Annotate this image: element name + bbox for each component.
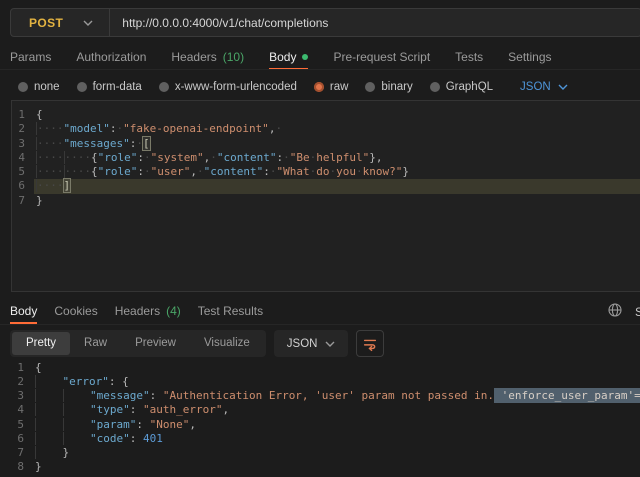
code-line: 6····] (12, 179, 640, 193)
code-line: 5········{"role":·"user",·"content":·"Wh… (12, 165, 640, 179)
divider (0, 324, 640, 325)
tab-authorization[interactable]: Authorization (76, 45, 146, 70)
code-line: 1{ (11, 361, 640, 375)
chevron-down-icon (83, 20, 93, 26)
code-line: 3 "message": "Authentication Error, 'use… (11, 389, 640, 403)
tab-body[interactable]: Body (269, 45, 308, 70)
mode-form-data[interactable]: form-data (77, 81, 142, 93)
wrap-text-button[interactable] (356, 330, 384, 357)
response-tab-body[interactable]: Body (10, 300, 37, 324)
radio-selected-icon (314, 82, 324, 92)
view-mode-preview[interactable]: Preview (121, 332, 190, 355)
method-label: POST (29, 16, 63, 30)
mode-graphql[interactable]: GraphQL (430, 81, 493, 93)
response-language-dropdown[interactable]: JSON (274, 330, 349, 357)
url-input[interactable]: http://0.0.0.0:4000/v1/chat/completions (110, 16, 328, 30)
globe-icon[interactable] (608, 303, 622, 317)
line-number: 4 (11, 403, 33, 417)
response-tab-cookies[interactable]: Cookies (54, 300, 97, 324)
raw-language-dropdown[interactable]: JSON (520, 81, 568, 93)
code-line: 1{ (12, 108, 640, 122)
line-number: 7 (11, 446, 33, 460)
line-number: 1 (12, 108, 34, 122)
code-line: 4········{"role":·"system",·"content":·"… (12, 151, 640, 165)
divider (0, 69, 640, 70)
radio-icon (365, 82, 375, 92)
mode-binary[interactable]: binary (365, 81, 412, 93)
line-number: 2 (12, 122, 34, 136)
method-selector[interactable]: POST (11, 9, 109, 36)
response-tabs: Body Cookies Headers (4) Test Results (10, 300, 640, 324)
tab-settings[interactable]: Settings (508, 45, 551, 70)
chevron-down-icon (325, 341, 335, 347)
request-tabs: Params Authorization Headers (10) Body P… (10, 45, 640, 70)
code-line: 7} (12, 194, 640, 208)
mode-raw[interactable]: raw (314, 81, 349, 93)
line-number: 3 (12, 137, 34, 151)
tab-tests[interactable]: Tests (455, 45, 483, 70)
line-number: 8 (11, 460, 33, 474)
radio-icon (430, 82, 440, 92)
view-mode-visualize[interactable]: Visualize (190, 332, 264, 355)
response-body-viewer[interactable]: 1{2 "error": {3 "message": "Authenticati… (11, 358, 640, 477)
line-number: 6 (11, 432, 33, 446)
mode-none[interactable]: none (18, 81, 60, 93)
radio-icon (77, 82, 87, 92)
code-line: 3····"messages":·[ (12, 137, 640, 151)
response-headers-count-badge: (4) (166, 304, 181, 318)
tab-params[interactable]: Params (10, 45, 51, 70)
line-number: 1 (11, 361, 33, 375)
view-mode-pretty[interactable]: Pretty (12, 332, 70, 355)
status-text-clipped: S (635, 305, 640, 319)
code-line: 8} (11, 460, 640, 474)
chevron-down-icon (558, 84, 568, 90)
line-number: 3 (11, 389, 33, 403)
radio-icon (159, 82, 169, 92)
view-mode-raw[interactable]: Raw (70, 332, 121, 355)
line-number: 7 (12, 194, 34, 208)
tab-headers[interactable]: Headers (10) (171, 45, 244, 70)
line-number: 5 (12, 165, 34, 179)
code-line: 7 } (11, 446, 640, 460)
code-line: 2 "error": { (11, 375, 640, 389)
headers-count-badge: (10) (223, 50, 244, 64)
line-number: 4 (12, 151, 34, 165)
body-mode-row: none form-data x-www-form-urlencoded raw… (18, 75, 568, 99)
mode-x-www-form-urlencoded[interactable]: x-www-form-urlencoded (159, 81, 297, 93)
code-line: 2····"model":·"fake-openai-endpoint",· (12, 122, 640, 136)
code-line: 6 "code": 401 (11, 432, 640, 446)
line-number: 2 (11, 375, 33, 389)
body-has-content-dot (302, 54, 308, 60)
response-tab-headers[interactable]: Headers (4) (115, 300, 181, 324)
response-view-toolbar: Pretty Raw Preview Visualize JSON (10, 330, 384, 357)
code-line: 4 "type": "auth_error", (11, 403, 640, 417)
radio-icon (18, 82, 28, 92)
request-url-bar: POST http://0.0.0.0:4000/v1/chat/complet… (10, 8, 640, 37)
line-number: 5 (11, 418, 33, 432)
view-mode-segmented-control: Pretty Raw Preview Visualize (10, 330, 266, 357)
request-body-editor[interactable]: 1{2····"model":·"fake-openai-endpoint",·… (11, 100, 640, 292)
tab-pre-request-script[interactable]: Pre-request Script (333, 45, 430, 70)
wrap-text-icon (362, 336, 378, 352)
response-tab-test-results[interactable]: Test Results (198, 300, 263, 324)
line-number: 6 (12, 179, 34, 193)
code-line: 5 "param": "None", (11, 418, 640, 432)
